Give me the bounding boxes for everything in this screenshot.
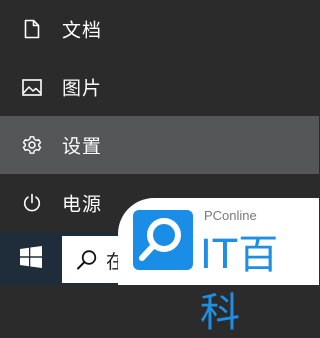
search-icon (76, 249, 98, 275)
watermark: PConline IT百科 (118, 198, 319, 336)
menu-item-settings[interactable]: 设置 (0, 116, 319, 174)
watermark-brand: PConline (204, 208, 257, 223)
magnifier-icon (139, 218, 181, 261)
menu-item-label: 设置 (62, 135, 103, 158)
pconline-logo (133, 210, 193, 270)
gear-icon (21, 134, 43, 156)
menu-item-label: 图片 (62, 77, 103, 100)
watermark-name: IT百科 (200, 232, 280, 336)
power-icon (21, 192, 43, 214)
menu-item-documents[interactable]: 文档 (0, 0, 319, 58)
start-button[interactable] (0, 232, 62, 285)
windows-logo-icon (20, 245, 42, 272)
menu-item-pictures[interactable]: 图片 (0, 58, 319, 116)
menu-item-label: 电源 (62, 193, 103, 216)
menu-item-label: 文档 (62, 19, 103, 42)
document-icon (21, 18, 43, 40)
picture-icon (21, 76, 43, 98)
